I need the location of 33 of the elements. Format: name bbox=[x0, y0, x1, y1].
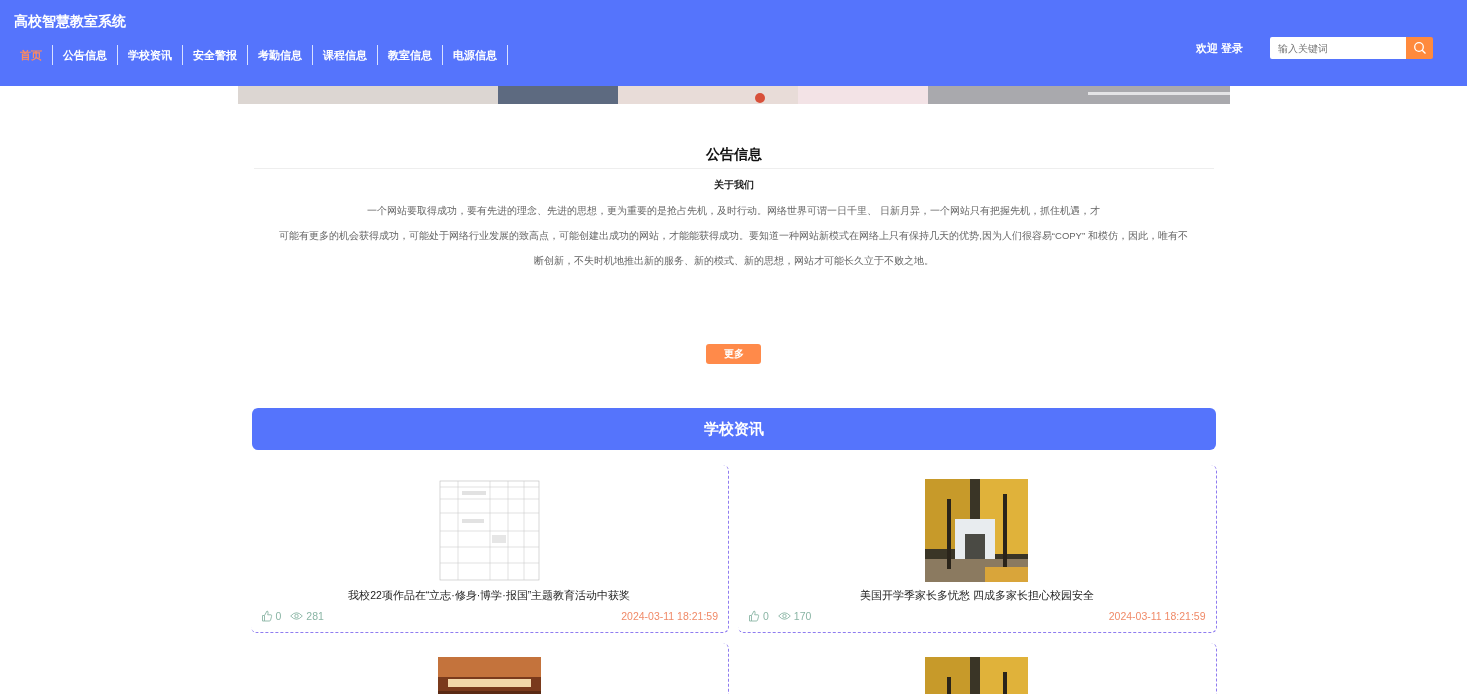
like-count: 0 bbox=[275, 610, 282, 622]
nav-link[interactable]: 教室信息 bbox=[378, 45, 443, 65]
news-date: 2024-03-11 18:21:59 bbox=[1108, 610, 1206, 622]
news-title: 我校22项作品在“立志·修身·博学·报国”主题教育活动中获奖 bbox=[348, 589, 631, 603]
section-subtitle: 关于我们 bbox=[712, 178, 755, 192]
news-title: 美国开学季家长多忧愁 四成多家长担心校园安全 bbox=[859, 589, 1094, 603]
thumbs-up-icon bbox=[260, 610, 273, 622]
nav-link[interactable]: 安全警报 bbox=[183, 45, 248, 65]
thumbs-up-icon bbox=[748, 610, 760, 622]
section-title: 公告信息 bbox=[253, 146, 1214, 169]
news-date: 2024-03-11 18:21:59 bbox=[621, 610, 718, 622]
search-field[interactable]: 输入关键词 bbox=[1270, 37, 1406, 59]
paragraph-line: 一个网站要取得成功，要有先进的理念、先进的思想，更为重要的是抢占先机，及时行动。网络世界可谓一日千里、 日新月异，一个网站只有把握先机，抓住机遇，才 bbox=[366, 204, 1101, 218]
view-count: 281 bbox=[306, 610, 324, 622]
eye-icon bbox=[290, 611, 304, 621]
more-button[interactable]: 更多 bbox=[706, 344, 761, 364]
like-count: 0 bbox=[763, 610, 769, 622]
nav-link[interactable]: 公告信息 bbox=[53, 45, 118, 65]
eye-icon bbox=[777, 611, 791, 621]
nav-link[interactable]: 课程信息 bbox=[313, 45, 378, 65]
search-icon bbox=[1412, 41, 1427, 55]
nav-link[interactable]: 学校资讯 bbox=[118, 45, 183, 65]
paragraph-line: 可能有更多的机会获得成功，可能处于网络行业发展的致高点，可能创建出成功的网站，才能能获得成功。要知道一种网站新模式在网络上只有保持几天的优势,因为人们很容易“COPY” 和模仿，因此，唯有不 bbox=[278, 229, 1189, 243]
news-card[interactable]: 我校22项作品在“立志·修身·博学·报国”主题教育活动中获奖 0 281 2024-03-11 18:21:59 bbox=[250, 465, 729, 633]
welcome-text: 欢迎 bbox=[1196, 40, 1218, 56]
view-count: 170 bbox=[793, 610, 812, 622]
login-link[interactable]: 登录 bbox=[1221, 40, 1243, 56]
news-card[interactable]: 美国开学季家长多忧愁 四成多家长担心校园安全 0 170 2024-03-11 18:21:59 bbox=[738, 465, 1217, 633]
nav-link[interactable]: 电源信息 bbox=[443, 45, 508, 65]
paragraph-line: 断创新，不失时机地推出新的服务、新的模式、新的思想，网站才可能长久立于不败之地。 bbox=[532, 254, 935, 268]
section-header: 学校资讯 bbox=[251, 408, 1216, 450]
site-title: 高校智慧教室系统 bbox=[14, 13, 127, 31]
nav-link[interactable]: 考勤信息 bbox=[248, 45, 313, 65]
